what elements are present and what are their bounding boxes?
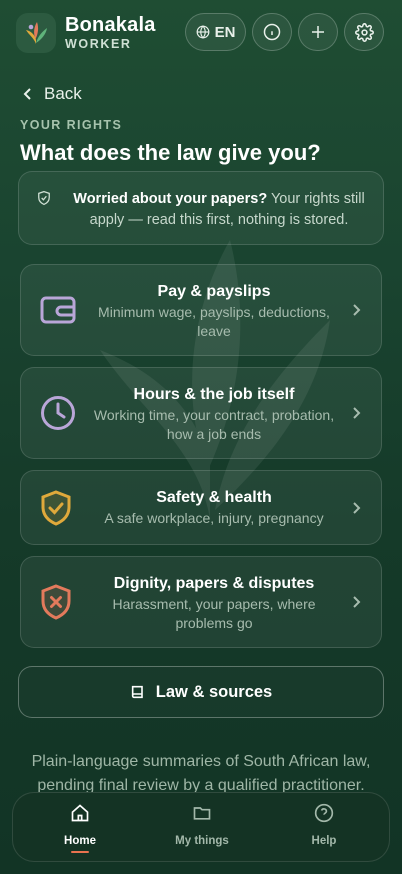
plus-icon bbox=[312, 26, 324, 38]
app-logo bbox=[16, 13, 56, 53]
card-dignity-papers[interactable]: Dignity, papers & disputes Harassment, y… bbox=[20, 556, 382, 648]
gear-icon bbox=[354, 22, 374, 42]
brand-subtitle: WORKER bbox=[65, 37, 132, 51]
info-button[interactable] bbox=[252, 13, 292, 51]
footer-disclaimer: Plain-language summaries of South Africa… bbox=[31, 753, 371, 794]
card-safety-health[interactable]: Safety & health A safe workplace, injury… bbox=[20, 470, 382, 545]
notice-bold: Worried about your papers? bbox=[73, 191, 268, 207]
language-label: EN bbox=[214, 23, 236, 41]
card-subtitle: Working time, your contract, probation, … bbox=[93, 407, 335, 442]
chevron-right-icon bbox=[353, 502, 361, 514]
page-title: What does the law give you? bbox=[20, 140, 321, 165]
info-icon bbox=[263, 23, 281, 41]
chevron-right-icon bbox=[353, 407, 361, 419]
shield-x-icon bbox=[41, 584, 71, 620]
nav-home[interactable]: Home bbox=[30, 803, 130, 855]
card-title: Pay & payslips bbox=[157, 283, 271, 300]
settings-button[interactable] bbox=[344, 13, 384, 51]
notice-text: Worried about your papers? Your rights s… bbox=[63, 189, 375, 231]
card-subtitle: Minimum wage, payslips, deductions, leav… bbox=[98, 304, 330, 339]
app-header: Bonakala WORKER EN bbox=[0, 0, 402, 66]
logo-leaf-icon bbox=[26, 22, 47, 44]
card-hours-job[interactable]: Hours & the job itself Working time, you… bbox=[20, 367, 382, 459]
nav-label: My things bbox=[175, 835, 229, 847]
chevron-left-icon bbox=[23, 88, 31, 100]
wallet-icon bbox=[40, 296, 76, 324]
card-subtitle: A safe workplace, injury, pregnancy bbox=[104, 510, 324, 526]
language-button[interactable]: EN bbox=[185, 13, 246, 51]
back-label: Back bbox=[44, 84, 82, 103]
back-link[interactable]: Back bbox=[22, 84, 82, 104]
nav-my-things[interactable]: My things bbox=[152, 803, 252, 855]
law-sources-button[interactable]: Law & sources bbox=[18, 666, 384, 718]
nav-label: Home bbox=[64, 835, 96, 847]
law-sources-label: Law & sources bbox=[155, 682, 273, 701]
brand-title: Bonakala bbox=[65, 14, 156, 36]
home-icon bbox=[71, 804, 89, 822]
card-pay-payslips[interactable]: Pay & payslips Minimum wage, payslips, d… bbox=[20, 264, 382, 356]
card-title: Dignity, papers & disputes bbox=[113, 575, 315, 592]
clock-icon bbox=[41, 396, 75, 430]
globe-icon bbox=[196, 25, 209, 39]
active-indicator bbox=[71, 851, 89, 853]
folder-icon bbox=[193, 807, 211, 820]
nav-label: Help bbox=[311, 835, 337, 847]
shield-check-icon bbox=[41, 490, 71, 526]
nav-help[interactable]: Help bbox=[274, 803, 374, 855]
section-kicker: YOUR RIGHTS bbox=[20, 118, 123, 132]
card-title: Safety & health bbox=[156, 489, 272, 506]
add-button[interactable] bbox=[298, 13, 338, 51]
help-icon bbox=[314, 803, 334, 823]
card-subtitle: Harassment, your papers, where problems … bbox=[112, 596, 316, 631]
book-icon bbox=[131, 685, 143, 699]
bottom-nav: Home My things Help bbox=[12, 792, 390, 862]
card-title: Hours & the job itself bbox=[133, 386, 295, 403]
shield-check-small-icon bbox=[38, 190, 50, 206]
privacy-notice: Worried about your papers? Your rights s… bbox=[18, 171, 384, 245]
chevron-right-icon bbox=[353, 304, 361, 316]
chevron-right-icon bbox=[353, 596, 361, 608]
